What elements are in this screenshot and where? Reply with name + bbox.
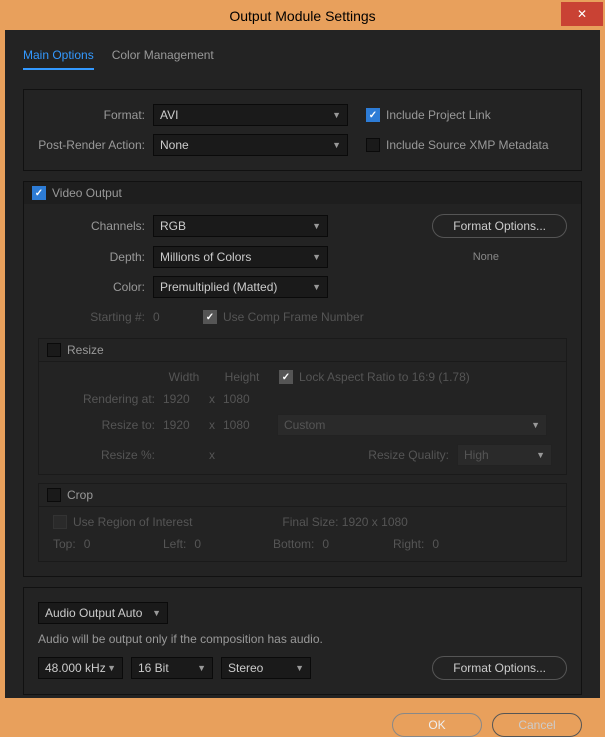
use-comp-frame-label: Use Comp Frame Number xyxy=(223,310,364,324)
resize-height: 1080 xyxy=(223,418,261,432)
resize-pct-label: Resize %: xyxy=(53,448,163,462)
use-comp-frame-checkbox xyxy=(203,310,217,324)
crop-right-value: 0 xyxy=(432,537,439,551)
format-select[interactable]: AVI ▼ xyxy=(153,104,348,126)
chevron-down-icon: ▼ xyxy=(295,663,304,673)
depth-select[interactable]: Millions of Colors ▼ xyxy=(153,246,328,268)
resize-label[interactable]: Resize xyxy=(67,343,104,357)
channels-label: Channels: xyxy=(38,219,153,233)
resize-to-label: Resize to: xyxy=(53,418,163,432)
crop-label[interactable]: Crop xyxy=(67,488,93,502)
chevron-down-icon: ▼ xyxy=(332,140,341,150)
crop-left-value: 0 xyxy=(194,537,201,551)
crop-bottom-value: 0 xyxy=(322,537,329,551)
audio-panel: Audio Output Auto ▼ Audio will be output… xyxy=(23,587,582,695)
crop-left-label: Left: xyxy=(163,537,186,551)
lock-aspect-label: Lock Aspect Ratio to 16:9 (1.78) xyxy=(299,370,470,384)
resize-checkbox[interactable] xyxy=(47,343,61,357)
chevron-down-icon: ▼ xyxy=(312,221,321,231)
rendering-width: 1920 xyxy=(163,392,201,406)
include-project-link-checkbox[interactable] xyxy=(366,108,380,122)
audio-format-options-button[interactable]: Format Options... xyxy=(432,656,567,680)
format-panel: Format: AVI ▼ Include Project Link Post-… xyxy=(23,89,582,171)
include-xmp-label[interactable]: Include Source XMP Metadata xyxy=(386,138,549,152)
video-output-panel: Video Output Channels: RGB ▼ Format Opti… xyxy=(23,181,582,577)
channels-select[interactable]: RGB ▼ xyxy=(153,215,328,237)
post-render-value: None xyxy=(160,138,189,152)
audio-mode-select[interactable]: Audio Output Auto ▼ xyxy=(38,602,168,624)
height-header: Height xyxy=(221,370,263,384)
tab-color-management[interactable]: Color Management xyxy=(112,48,214,70)
resize-quality-select: High ▼ xyxy=(457,444,552,466)
post-render-select[interactable]: None ▼ xyxy=(153,134,348,156)
video-format-options-button[interactable]: Format Options... xyxy=(432,214,567,238)
chevron-down-icon: ▼ xyxy=(152,608,161,618)
audio-depth-select[interactable]: 16 Bit ▼ xyxy=(131,657,213,679)
ok-button[interactable]: OK xyxy=(392,713,482,737)
audio-channels-select[interactable]: Stereo ▼ xyxy=(221,657,311,679)
close-icon: ✕ xyxy=(577,7,587,21)
resize-quality-label: Resize Quality: xyxy=(368,448,449,462)
chevron-down-icon: ▼ xyxy=(536,450,545,460)
crop-checkbox[interactable] xyxy=(47,488,61,502)
close-button[interactable]: ✕ xyxy=(561,2,603,26)
tabs: Main Options Color Management xyxy=(23,48,582,71)
chevron-down-icon: ▼ xyxy=(107,663,116,673)
resize-width: 1920 xyxy=(163,418,201,432)
color-select[interactable]: Premultiplied (Matted) ▼ xyxy=(153,276,328,298)
chevron-down-icon: ▼ xyxy=(312,282,321,292)
width-header: Width xyxy=(163,370,205,384)
include-project-link-label[interactable]: Include Project Link xyxy=(386,108,491,122)
color-value: Premultiplied (Matted) xyxy=(160,280,277,294)
chevron-down-icon: ▼ xyxy=(197,663,206,673)
crop-right-label: Right: xyxy=(393,537,424,551)
format-label: Format: xyxy=(38,108,153,122)
resize-section: Resize Width Height Lock Aspect Ratio to… xyxy=(38,338,567,475)
post-render-label: Post-Render Action: xyxy=(38,138,153,152)
lock-aspect-checkbox xyxy=(279,370,293,384)
audio-description: Audio will be output only if the composi… xyxy=(38,632,567,646)
include-xmp-checkbox[interactable] xyxy=(366,138,380,152)
depth-value: Millions of Colors xyxy=(160,250,251,264)
chevron-down-icon: ▼ xyxy=(332,110,341,120)
titlebar: Output Module Settings ✕ xyxy=(2,2,603,30)
crop-top-label: Top: xyxy=(53,537,76,551)
codec-none-text: None xyxy=(473,251,499,263)
chevron-down-icon: ▼ xyxy=(531,420,540,430)
rendering-height: 1080 xyxy=(223,392,261,406)
use-roi-checkbox xyxy=(53,515,67,529)
crop-bottom-label: Bottom: xyxy=(273,537,314,551)
chevron-down-icon: ▼ xyxy=(312,252,321,262)
depth-label: Depth: xyxy=(38,250,153,264)
video-output-checkbox[interactable] xyxy=(32,186,46,200)
final-size-value: 1920 x 1080 xyxy=(342,515,408,529)
tab-main-options[interactable]: Main Options xyxy=(23,48,94,70)
format-value: AVI xyxy=(160,108,178,122)
crop-section: Crop Use Region of Interest Final Size: … xyxy=(38,483,567,562)
audio-rate-select[interactable]: 48.000 kHz ▼ xyxy=(38,657,123,679)
starting-number-label: Starting #: xyxy=(38,310,153,324)
starting-number-value: 0 xyxy=(153,310,203,324)
resize-preset-select: Custom ▼ xyxy=(277,414,547,436)
rendering-at-label: Rendering at: xyxy=(53,392,163,406)
window-title: Output Module Settings xyxy=(229,8,375,24)
cancel-button[interactable]: Cancel xyxy=(492,713,582,737)
color-label: Color: xyxy=(38,280,153,294)
video-output-label[interactable]: Video Output xyxy=(52,186,122,200)
use-roi-label: Use Region of Interest xyxy=(73,515,192,529)
crop-top-value: 0 xyxy=(84,537,91,551)
final-size-label: Final Size: xyxy=(282,515,338,529)
channels-value: RGB xyxy=(160,219,186,233)
